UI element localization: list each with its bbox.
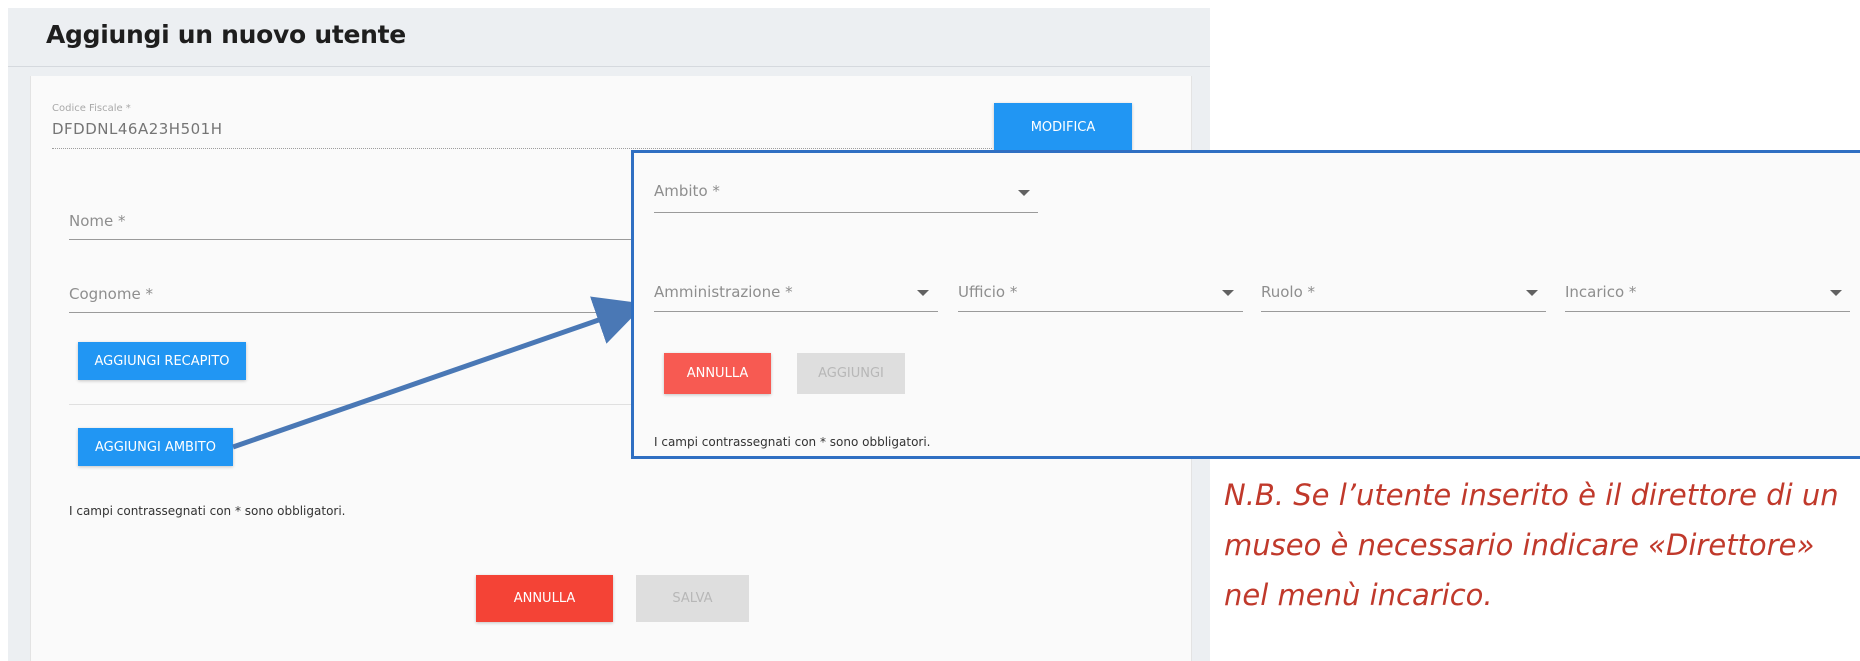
ambito-underline [654, 212, 1038, 213]
amministrazione-select[interactable]: Amministrazione * [654, 283, 793, 301]
popup-required-fields-note: I campi contrassegnati con * sono obblig… [654, 435, 931, 449]
ufficio-select[interactable]: Ufficio * [958, 283, 1017, 301]
popup-aggiungi-button: AGGIUNGI [797, 353, 905, 394]
ruolo-chevron-down-icon[interactable] [1526, 290, 1538, 296]
ruolo-underline [1261, 311, 1546, 312]
popup-annulla-button[interactable]: ANNULLA [664, 353, 771, 394]
ufficio-chevron-down-icon[interactable] [1222, 290, 1234, 296]
amministrazione-underline [654, 311, 938, 312]
incarico-select[interactable]: Incarico * [1565, 283, 1636, 301]
incarico-chevron-down-icon[interactable] [1830, 290, 1842, 296]
ambito-select[interactable]: Ambito * [654, 182, 720, 200]
ufficio-underline [958, 311, 1243, 312]
ambito-popup [631, 150, 1860, 459]
ruolo-select[interactable]: Ruolo * [1261, 283, 1315, 301]
incarico-underline [1565, 311, 1850, 312]
amministrazione-chevron-down-icon[interactable] [917, 290, 929, 296]
ambito-chevron-down-icon[interactable] [1018, 190, 1030, 196]
callout-arrow-line [232, 296, 646, 450]
annotation-note: N.B. Se l’utente inserito è il direttore… [1224, 478, 1839, 612]
